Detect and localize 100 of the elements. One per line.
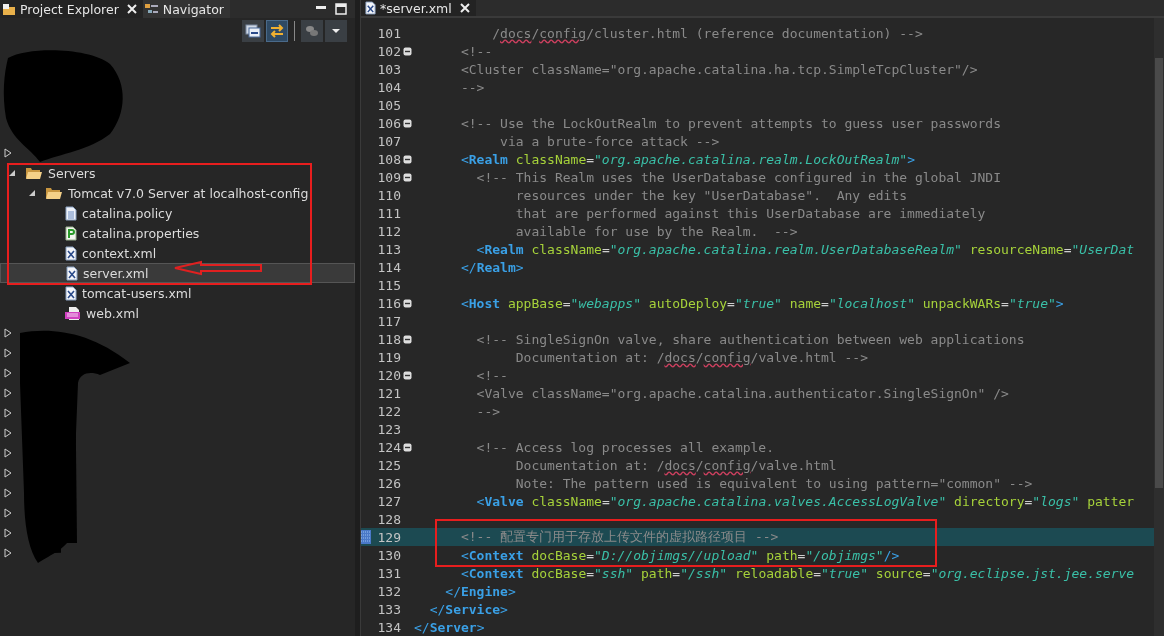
close-icon[interactable]	[126, 4, 137, 14]
tree-item[interactable]: tomcat-users.xml	[0, 283, 355, 303]
line-number: 133	[376, 601, 401, 617]
collapse-icon[interactable]	[403, 334, 412, 344]
line-number: 127	[376, 493, 401, 509]
line-number: 115	[376, 277, 401, 293]
line-number: 122	[376, 403, 401, 419]
line-number: 107	[376, 133, 401, 149]
code-line: <Realm className="org.apache.catalina.realm.LockOutRealm">	[459, 151, 915, 167]
line-number: 106	[376, 115, 401, 131]
xml-file-icon	[65, 305, 81, 321]
folder-icon	[2, 2, 16, 16]
line-number: 111	[376, 205, 401, 221]
line-number: 123	[376, 421, 401, 437]
code-line: </Engine>	[444, 583, 516, 599]
expand-icon[interactable]	[28, 188, 36, 198]
tree-item[interactable]: catalina.policy	[0, 203, 355, 223]
line-number: 101	[376, 25, 401, 41]
code-line: <!-- Access log processes all example.	[475, 439, 775, 455]
line-number: 114	[376, 259, 401, 275]
line-number: 116	[376, 295, 401, 311]
xml-file-icon	[65, 285, 77, 301]
collapse-icon[interactable]	[403, 46, 412, 56]
navigator-icon	[144, 3, 159, 15]
line-number: 103	[376, 61, 401, 77]
collapse-icon[interactable]	[403, 118, 412, 128]
maximize-icon[interactable]	[335, 3, 347, 15]
expand-icon[interactable]	[4, 408, 12, 418]
code-line: <!-- SingleSignOn valve, share authentication between web applications	[475, 331, 1025, 347]
collapse-icon[interactable]	[403, 172, 412, 182]
tree-item[interactable]: server.xml	[0, 263, 355, 283]
expand-icon[interactable]	[4, 448, 12, 458]
code-line: Documentation at: /docs/config/valve.html -->	[514, 349, 868, 365]
line-number: 128	[376, 511, 401, 527]
line-number: 132	[376, 583, 401, 599]
code-line: <Context docBase="ssh" path="/ssh" reloadable="true" source="org.eclipse.jst.jee.serve	[459, 565, 1135, 581]
expand-icon[interactable]	[4, 328, 12, 338]
folder-icon	[25, 166, 43, 180]
code-line: <Context docBase="D://objimgs//upload" path="/objimgs"/>	[459, 547, 900, 563]
view-menu-button[interactable]	[325, 20, 347, 42]
line-number: 134	[376, 619, 401, 635]
code-line: /docs/config/cluster.html (reference documentation) -->	[491, 25, 923, 41]
code-line: <Valve className="org.apache.catalina.authenticator.SingleSignOn" />	[475, 385, 1009, 401]
line-number: 126	[376, 475, 401, 491]
line-number: 120	[376, 367, 401, 383]
expand-icon[interactable]	[8, 168, 16, 178]
line-number: 109	[376, 169, 401, 185]
scrollbar[interactable]	[1154, 18, 1164, 636]
code-line: <!--	[459, 43, 493, 59]
line-number: 118	[376, 331, 401, 347]
line-number: 108	[376, 151, 401, 167]
scrollbar-thumb[interactable]	[1155, 58, 1163, 488]
line-marker-icon	[361, 530, 371, 544]
close-icon[interactable]	[459, 3, 470, 13]
expand-icon[interactable]	[4, 548, 12, 558]
caret-icon	[331, 28, 341, 34]
line-number: 131	[376, 565, 401, 581]
code-line: </Realm>	[459, 259, 524, 275]
line-number: 117	[376, 313, 401, 329]
view-tab[interactable]: Project Explorer	[0, 0, 143, 18]
line-number: 105	[376, 97, 401, 113]
expand-icon[interactable]	[4, 508, 12, 518]
line-number: 113	[376, 241, 401, 257]
xml-file-icon	[365, 1, 376, 15]
collapse-icon[interactable]	[403, 154, 412, 164]
tree-item[interactable]: Servers	[0, 163, 355, 183]
filter-icon	[304, 24, 320, 38]
collapse-icon[interactable]	[403, 370, 412, 380]
collapse-icon[interactable]	[403, 298, 412, 308]
code-line: <Host appBase="webapps" autoDeploy="true" name="localhost" unpackWARs="true">	[459, 295, 1064, 311]
expand-icon[interactable]	[4, 368, 12, 378]
code-line: <Valve className="org.apache.catalina.valves.AccessLogValve" directory="logs" patter	[475, 493, 1135, 509]
line-number: 125	[376, 457, 401, 473]
code-line: via a brute-force attack -->	[499, 133, 720, 149]
code-line: </Service>	[428, 601, 508, 617]
code-line: that are performed against this UserDatabase are immediately	[514, 205, 986, 221]
expand-icon[interactable]	[4, 488, 12, 498]
view-tab[interactable]: Navigator	[142, 0, 230, 18]
document-icon	[65, 205, 77, 221]
code-line: <Cluster className="org.apache.catalina.ha.tcp.SimpleTcpCluster"/>	[459, 61, 978, 77]
link-editor-button[interactable]	[266, 20, 288, 42]
code-line: </Server>	[414, 619, 485, 635]
expand-icon[interactable]	[4, 348, 12, 358]
tree-item[interactable]: catalina.properties	[0, 223, 355, 243]
expand-icon[interactable]	[4, 148, 12, 158]
expand-icon[interactable]	[4, 388, 12, 398]
line-number: 104	[376, 79, 401, 95]
expand-icon[interactable]	[4, 528, 12, 538]
tree-item[interactable]: Tomcat v7.0 Server at localhost-config	[0, 183, 355, 203]
tree-item[interactable]: web.xml	[0, 303, 355, 323]
collapse-icon[interactable]	[403, 442, 412, 452]
editor-tab[interactable]: *server.xml	[361, 0, 476, 16]
line-number: 129	[376, 529, 401, 545]
swap-arrows-icon	[269, 24, 285, 38]
collapse-all-button[interactable]	[242, 20, 264, 42]
collapse-all-icon	[245, 24, 261, 38]
expand-icon[interactable]	[4, 428, 12, 438]
expand-icon[interactable]	[4, 468, 12, 478]
folder-icon	[45, 186, 63, 200]
tree-item[interactable]: context.xml	[0, 243, 355, 263]
